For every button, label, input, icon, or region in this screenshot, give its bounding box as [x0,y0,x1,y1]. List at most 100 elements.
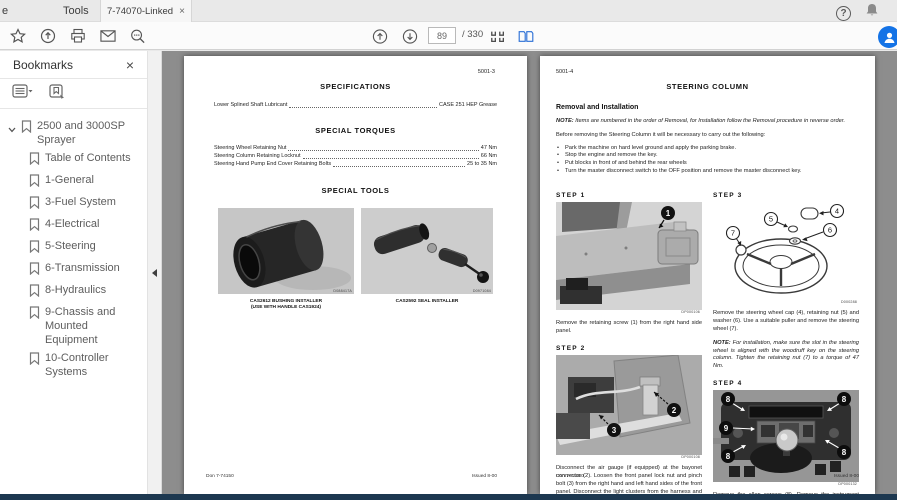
bullet-text: Park the machine on hard level ground an… [565,145,736,153]
bookmark-label[interactable]: 2500 and 3000SP Sprayer [37,119,143,147]
callout-4: 4 [835,206,839,215]
main-content: Bookmarks × 2500 [0,51,897,494]
torque-value: 66 Nm [481,152,497,160]
bookmark-root[interactable]: 2500 and 3000SP Sprayer [0,117,147,149]
tab-tools[interactable]: Tools [63,0,89,22]
bookmark-label[interactable]: 3-Fuel System [45,195,143,209]
note-text: Items are numbered in the order of Remov… [575,118,845,124]
bookmark-label[interactable]: Table of Contents [45,151,143,165]
special-tools-heading: SPECIAL TOOLS [214,186,497,195]
torque-label: Steering Wheel Retaining Nut [214,144,286,152]
step-2-label: STEP 2 [556,345,702,352]
print-icon[interactable] [70,28,86,44]
step-2-figure: 2 3 DP000108 [556,355,702,460]
list-item: • Put blocks in front of and behind the … [556,160,859,168]
tab-bar: e Tools 7-74070-Linked pdf... × ? [0,0,897,22]
collapse-panel-arrow-icon[interactable] [152,269,157,277]
account-avatar-button[interactable] [878,26,897,48]
bookmark-icon [29,352,40,369]
bookmark-label[interactable]: 9-Chassis and Mounted Equipment [45,305,143,347]
bookmark-label[interactable]: 8-Hydraulics [45,283,143,297]
page-number-input[interactable] [428,27,456,44]
bookmark-icon [29,240,40,257]
close-tab-icon[interactable]: × [179,6,185,17]
bookmark-label[interactable]: 1-General [45,173,143,187]
figure-code: D088417A [333,289,352,293]
tool-caption: CAS2592 SEAL INSTALLER [361,299,493,305]
list-item: • Turn the master disconnect switch to t… [556,168,859,176]
panel-gutter [148,51,162,494]
bookmark-item-hydraulics[interactable]: 8-Hydraulics [0,281,147,303]
intro-paragraph: Before removing the Steering Column it w… [556,132,859,140]
bullet-text: Put blocks in front of and behind the re… [565,160,687,168]
email-icon[interactable] [100,28,116,44]
torque-label: Steering Hand Pump End Cover Retaining B… [214,160,331,168]
footer-doc-ref: Don 7-74150 [206,474,234,479]
footer-issued: Issued 8-00 [834,474,859,479]
notifications-bell-icon[interactable] [865,3,879,23]
document-tab[interactable]: 7-74070-Linked pdf... × [100,0,192,22]
footer-issued: Issued 8-00 [472,474,497,479]
bullet-glyph: • [556,160,560,168]
find-current-bookmark-icon[interactable] [49,84,66,104]
bullet-glyph: • [556,168,560,176]
share-upload-icon[interactable] [40,28,56,44]
bookmark-item-controller[interactable]: 10-Controller Systems [0,349,147,381]
bookmark-label[interactable]: 6-Transmission [45,261,143,275]
bullet-glyph: • [556,145,560,153]
favorite-star-icon[interactable] [10,28,26,44]
torque-row: Steering Hand Pump End Cover Retaining B… [214,160,497,168]
bookmark-item-steering[interactable]: 5-Steering [0,237,147,259]
bookmark-label[interactable]: 5-Steering [45,239,143,253]
next-page-icon[interactable] [402,28,418,44]
step-1-label: STEP 1 [556,192,702,199]
bookmarks-header: Bookmarks × [0,51,147,79]
callout-8b: 8 [842,395,847,404]
step-3-text: Remove the steering wheel cap (4), retai… [713,309,859,333]
leader-dots [303,158,479,159]
bookmark-item-toc[interactable]: Table of Contents [0,149,147,171]
figure-code: D000288 [841,300,857,304]
precaution-list: • Park the machine on hard level ground … [556,145,859,176]
figure-code: D0971084 [473,289,491,293]
spec-value: CASE 251 HEP Grease [439,101,497,109]
close-panel-icon[interactable]: × [126,58,134,72]
callout-1: 1 [666,209,671,218]
bookmark-icon [21,120,32,137]
page-display-options-icon[interactable] [490,28,506,44]
leader-dots [289,107,437,108]
bookmark-item-electrical[interactable]: 4-Electrical [0,215,147,237]
bookmark-item-chassis[interactable]: 9-Chassis and Mounted Equipment [0,303,147,349]
step-3-note: NOTE: For installation, make sure the sl… [713,340,859,371]
figure-code: DP000108 [681,455,700,459]
bookmark-label[interactable]: 10-Controller Systems [45,351,143,379]
document-view[interactable]: 5001-3 SPECIFICATIONS Lower Splined Shaf… [162,51,897,494]
spec-label: Lower Splined Shaft Lubricant [214,101,287,109]
bookmark-item-transmission[interactable]: 6-Transmission [0,259,147,281]
callout-9: 9 [724,424,729,433]
note-paragraph: NOTE: Items are numbered in the order of… [556,118,859,126]
callout-8c: 8 [726,452,731,461]
two-page-view-icon[interactable] [518,28,534,44]
bookmark-icon [29,284,40,301]
torque-label: Steering Column Retaining Locknut [214,152,301,160]
page-number: 5001-3 [478,69,495,75]
bookmark-icon [29,152,40,169]
help-icon[interactable]: ? [836,6,851,21]
bookmark-label[interactable]: 4-Electrical [45,217,143,231]
bookmark-item-fuel[interactable]: 3-Fuel System [0,193,147,215]
callout-6: 6 [828,225,832,234]
tab-home-partial[interactable]: e [2,0,8,22]
bookmark-item-general[interactable]: 1-General [0,171,147,193]
page-count-label: / 330 [462,29,483,40]
bookmarks-tree: 2500 and 3000SP Sprayer Table of Content… [0,109,147,381]
tool-caption: (USE WITH HANDLE CAS1924) [218,305,354,311]
bookmark-options-icon[interactable] [12,84,33,103]
step-3-figure: 4 5 6 7 [713,202,859,305]
list-item: • Stop the engine and remove the key. [556,152,859,160]
chevron-down-icon[interactable] [8,123,16,137]
callout-2: 2 [672,406,677,415]
search-icon[interactable] [130,28,146,44]
steering-column-heading: STEERING COLUMN [556,82,859,91]
previous-page-icon[interactable] [372,28,388,44]
